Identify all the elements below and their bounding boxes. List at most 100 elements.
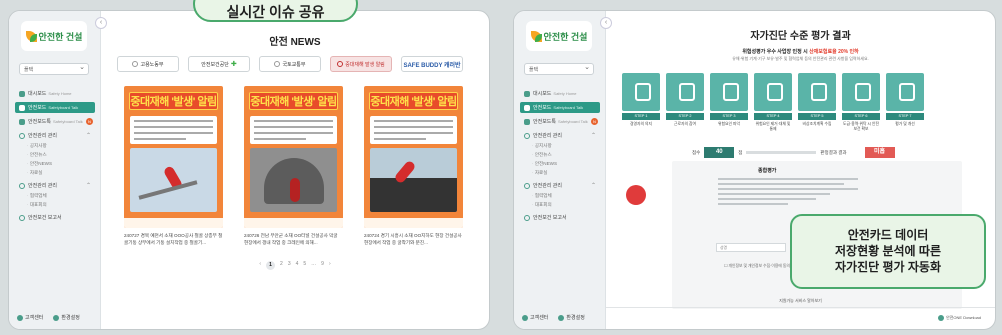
- chart-icon: [19, 214, 25, 221]
- submenu-item[interactable]: 대표회의: [15, 200, 95, 209]
- step-icon: [666, 73, 704, 111]
- plus-icon: ✚: [230, 61, 237, 68]
- step-card: STEP 3 위험요인 파악: [710, 73, 748, 132]
- news-poster-image: 중대재해 '발생' 알림: [364, 86, 463, 228]
- submenu-item[interactable]: 자료실: [15, 168, 95, 177]
- submenu-item[interactable]: 안전NEWS: [15, 159, 95, 168]
- site-select[interactable]: 플택: [19, 63, 89, 75]
- menu-group-partner[interactable]: 안전관리 관리 ⌃: [520, 180, 600, 191]
- tab-kosha[interactable]: 안전보건공단 ✚: [188, 56, 250, 72]
- submenu-item[interactable]: 협력업체: [15, 191, 95, 200]
- gear-icon: [558, 314, 565, 321]
- headset-icon: [17, 314, 23, 321]
- news-poster-image: 중대재해 '발생' 알림: [244, 86, 343, 228]
- submenu-item[interactable]: 자료실: [520, 168, 600, 177]
- sidebar-item-dashboard[interactable]: 대시보드 Safety Home: [15, 88, 95, 99]
- tab-moel[interactable]: 고용노동부: [117, 56, 179, 72]
- news-poster-image: 중대재해 '발생' 알림: [124, 86, 223, 228]
- news-caption: 240727 경북 예천서 소재 OOO공사 철골 상층부 철골기둥 상부에서 …: [124, 233, 223, 245]
- menu-item-report[interactable]: 안전보건 보고서: [15, 212, 95, 223]
- score-row: 점수 40 점 판정결과 결과 미흡: [692, 147, 895, 158]
- logo-leaf-icon: [530, 30, 542, 42]
- customer-center-link[interactable]: 고객센터: [17, 314, 43, 321]
- customer-center-link[interactable]: 고객센터: [522, 314, 548, 321]
- page-title: 자가진단 수준 평가 결과: [750, 31, 851, 42]
- prev-page-button[interactable]: ‹: [259, 261, 261, 270]
- result-title: 종합평가: [758, 168, 777, 174]
- page-link[interactable]: 5: [303, 261, 306, 270]
- sidebar-item-safetyboard-talk[interactable]: 안전보드톡 Safetyboard Talk N: [15, 116, 95, 127]
- step-icon: [754, 73, 792, 111]
- menu-item-report[interactable]: 안전보건 보고서: [520, 212, 600, 223]
- sidebar-footer: 고객센터 환경설정: [522, 314, 585, 321]
- board-icon: [19, 104, 25, 111]
- page-link[interactable]: 2: [280, 261, 283, 270]
- sidebar-menu: 대시보드 Safety Home 안전보드 Safetyboard Talk 안전보…: [15, 88, 95, 223]
- page-ellipsis: …: [311, 261, 317, 267]
- news-cards: 중대재해 '발생' 알림 240727 경북 예천서 소재 OOO공사 철골 상…: [124, 86, 463, 246]
- sidebar-item-safetyboard[interactable]: 안전보드 Safetyboard Talk: [15, 102, 95, 113]
- new-badge: N: [591, 118, 598, 125]
- submenu-item[interactable]: 안전NEWS: [520, 159, 600, 168]
- submenu-item[interactable]: 안전뉴스: [520, 150, 600, 159]
- chat-icon: [19, 118, 25, 125]
- sidebar-item-safetyboard[interactable]: 안전보드 Safetyboard Talk: [520, 102, 600, 113]
- page-link[interactable]: 4: [296, 261, 299, 270]
- menu-group-partner[interactable]: 안전관리 관리 ⌃: [15, 180, 95, 191]
- page-link[interactable]: 3: [288, 261, 291, 270]
- submenu-item[interactable]: 협력업체: [520, 191, 600, 200]
- next-page-button[interactable]: ›: [329, 261, 331, 270]
- tab-safe-buddy[interactable]: SAFE BUDDY 캐러반: [401, 56, 463, 72]
- download-link[interactable]: 안전ONE Download: [938, 315, 981, 321]
- menu-group-safety[interactable]: 안전관리 관리 ⌃: [15, 130, 95, 141]
- news-card[interactable]: 중대재해 '발생' 알림 240727 경북 예천서 소재 OOO공사 철골 상…: [124, 86, 223, 246]
- name-input[interactable]: 성명: [716, 243, 786, 252]
- step-icon: [798, 73, 836, 111]
- submenu-item[interactable]: 안전뉴스: [15, 150, 95, 159]
- step-icon: [842, 73, 880, 111]
- menu-group-safety[interactable]: 안전관리 관리 ⌃: [520, 130, 600, 141]
- download-icon: [938, 315, 945, 321]
- collapse-sidebar-button[interactable]: ‹: [600, 17, 612, 29]
- headset-icon: [522, 314, 528, 321]
- home-icon: [19, 90, 25, 97]
- service-footer: 지원가능 서비스 알아보기 안전ONE Download: [606, 298, 995, 329]
- page-current[interactable]: 1: [266, 261, 276, 270]
- logo[interactable]: 안전한 건설: [526, 21, 592, 51]
- collapse-sidebar-button[interactable]: ‹: [95, 17, 107, 29]
- submenu-item[interactable]: 공지사항: [15, 141, 95, 150]
- tab-molit[interactable]: 국토교통부: [259, 56, 321, 72]
- score-value: 40: [704, 147, 735, 158]
- settings-link[interactable]: 환경설정: [53, 314, 80, 321]
- page-link[interactable]: 9: [321, 261, 324, 270]
- news-card[interactable]: 중대재해 '발생' 알림 240726 전남 무안군 소재 OO터널 건설공사 …: [244, 86, 343, 246]
- submenu-item[interactable]: 공지사항: [520, 141, 600, 150]
- sidebar-item-dashboard[interactable]: 대시보드 Safety Home: [520, 88, 600, 99]
- chevron-up-icon: ⌃: [590, 133, 596, 139]
- pagination: ‹ 1 2 3 4 5 … 9 ›: [101, 261, 489, 270]
- step-card: STEP 4 위험요인 제거·대체 및 통제: [754, 73, 792, 132]
- step-icon: [622, 73, 660, 111]
- step-card: STEP 5 비상조치계획 수립: [798, 73, 836, 132]
- main-content: 안전 NEWS 고용노동부 안전보건공단 ✚ 국토교통부 중대재해 발생 알림 S…: [101, 11, 489, 329]
- score-bar: [746, 151, 817, 154]
- site-select[interactable]: 플택: [524, 63, 594, 75]
- tab-accident-alert[interactable]: 중대재해 발생 알림: [330, 56, 392, 72]
- page-subtitle: 위험성평가 우수 사업장 인정 시 산재보험료율 20% 인하: [742, 49, 859, 55]
- step-card: STEP 7 평가 및 개선: [886, 73, 924, 132]
- logo[interactable]: 안전한 건설: [21, 21, 87, 51]
- settings-link[interactable]: 환경설정: [558, 314, 585, 321]
- logo-leaf-icon: [25, 30, 37, 42]
- sidebar: 안전한 건설 플택 대시보드Safety Home 안전보드Safetyboar…: [9, 11, 101, 329]
- chevron-up-icon: ⌃: [590, 183, 596, 189]
- sidebar-item-safetyboard-talk[interactable]: 안전보드톡 Safetyboard Talk N: [520, 116, 600, 127]
- source-tabs: 고용노동부 안전보건공단 ✚ 국토교통부 중대재해 발생 알림 SAFE BUDD…: [117, 56, 481, 72]
- document-icon: [19, 182, 25, 189]
- news-card[interactable]: 중대재해 '발생' 알림 240724 경기 시흥시 소재 OO지하도 현장 건…: [364, 86, 463, 246]
- chat-icon: [524, 118, 530, 125]
- submenu-item[interactable]: 대표회의: [520, 200, 600, 209]
- left-window: 안전한 건설 플택 대시보드Safety Home 안전보드Safetyboar…: [8, 10, 490, 330]
- callout-top: 실시간 이슈 공유: [193, 0, 358, 22]
- shield-icon: [19, 132, 25, 139]
- news-caption: 240726 전남 무안군 소재 OO터널 건설공사 막굴 현장에서 갱내 작업…: [244, 233, 338, 245]
